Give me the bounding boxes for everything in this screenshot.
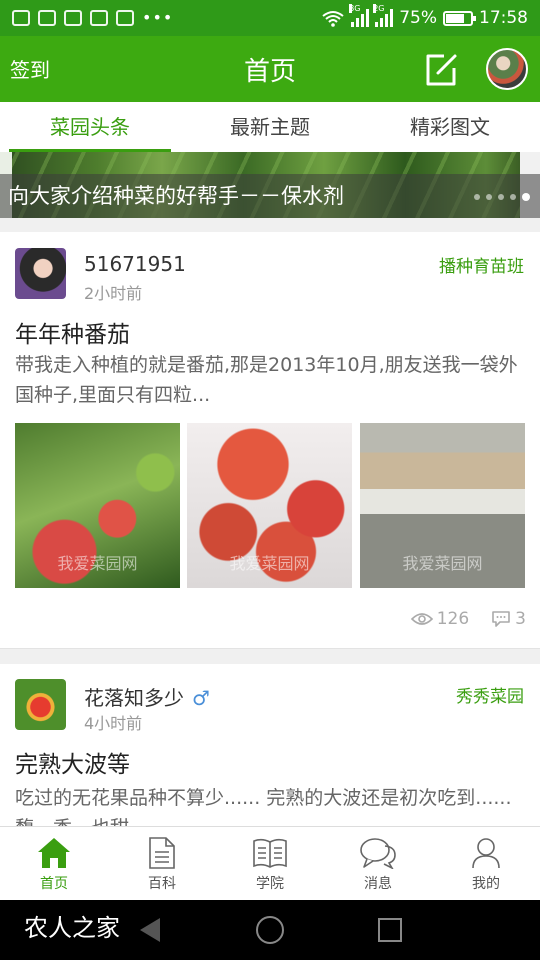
video-notification-icon [90,10,108,26]
nav-label: 我的 [472,876,500,892]
post-excerpt[interactable]: 带我走入种植的就是番茄,那是2013年10月,朋友送我一袋外国种子,里面只有四粒… [15,350,520,410]
comment-icon [492,611,510,627]
post-image-3[interactable]: 我爱菜园网 [360,423,525,588]
post-card[interactable]: 51671951 2小时前 播种育苗班 年年种番茄 带我走入种植的就是番茄,那是… [0,232,540,648]
post-image-1[interactable]: 我爱菜园网 [15,423,180,588]
nav-academy[interactable]: 学院 [216,827,324,900]
banner-carousel[interactable]: 向大家介绍种菜的好帮手－－保水剂 [0,152,540,218]
back-icon[interactable] [140,918,160,942]
user-icon [472,838,500,869]
home-button-icon[interactable] [256,916,284,944]
carousel-dot [474,194,480,200]
battery-icon [443,10,476,26]
nav-profile[interactable]: 我的 [432,827,540,900]
chat-icon [360,838,396,869]
cell-signal-icon-1: 3G [349,4,370,27]
tab-bar: 菜园头条 最新主题 精彩图文 [0,102,540,152]
male-gender-icon: ♂ [192,686,210,710]
book-icon [253,838,287,868]
compose-icon[interactable] [424,53,458,87]
more-notifications-icon: ••• [142,8,174,27]
tab-headlines[interactable]: 菜园头条 [0,102,180,152]
recent-apps-icon[interactable] [378,918,402,942]
author-avatar[interactable] [15,248,66,299]
watermark-logo: 农人之家 [24,914,120,942]
views-stat: 126 [410,609,470,629]
carousel-dot [510,194,516,200]
nav-messages[interactable]: 消息 [324,827,432,900]
post-excerpt[interactable]: 吃过的无花果品种不算少...... 完熟的大波还是初次吃到......馥、香、也… [15,783,520,826]
feed-divider [0,648,540,664]
nav-label: 首页 [40,876,68,892]
battery-percent: 75% [399,8,437,28]
nav-label: 学院 [256,876,284,892]
board-tag[interactable]: 播种育苗班 [439,252,524,277]
status-bar: ••• 3G 2G 75% 17:58 [0,0,540,36]
feed-divider [0,218,540,232]
author-name[interactable]: 花落知多少 ♂ [84,682,210,711]
post-title[interactable]: 年年种番茄 [15,315,130,349]
tab-featured-posts[interactable]: 精彩图文 [360,102,540,152]
post-stats: 126 3 [410,609,526,629]
carousel-indicator [474,193,530,201]
network-type-label-1: 3G [349,4,361,13]
cell-signal-icon-2: 2G [373,4,394,27]
nav-home[interactable]: 首页 [0,827,108,900]
bottom-navigation: 首页 百科 学院 消息 我的 [0,826,540,900]
wifi-signal-icon [322,11,344,27]
image-watermark: 我爱菜园网 [402,554,483,573]
app-notification-icon [64,10,82,26]
clock: 17:58 [479,8,528,28]
post-image-2[interactable]: 我爱菜园网 [187,423,352,588]
post-time: 2小时前 [84,284,143,303]
banner-title[interactable]: 向大家介绍种菜的好帮手－－保水剂 [8,180,344,210]
nav-label: 消息 [364,876,392,892]
author-name-text[interactable]: 花落知多少 [84,686,184,710]
comments-count: 3 [515,609,526,629]
document-icon [149,837,175,869]
carousel-dot [486,194,492,200]
author-avatar[interactable] [15,679,66,730]
system-navigation-bar: 农人之家 [0,900,540,960]
message-notification-icon [116,10,134,26]
views-count: 126 [436,609,470,629]
image-watermark: 我爱菜园网 [57,554,138,573]
post-title[interactable]: 完熟大波等 [15,745,130,779]
wifi-notification-icon [12,10,30,26]
board-tag[interactable]: 秀秀菜园 [456,682,524,707]
post-time: 4小时前 [84,714,143,733]
tab-latest-topics[interactable]: 最新主题 [180,102,360,152]
post-card[interactable]: 花落知多少 ♂ 4小时前 秀秀菜园 完熟大波等 吃过的无花果品种不算少......… [0,664,540,826]
app-header: 签到 首页 [0,36,540,102]
notification-icons: ••• [12,10,173,26]
author-name[interactable]: 51671951 [84,252,186,276]
image-watermark: 我爱菜园网 [229,554,310,573]
nav-encyclopedia[interactable]: 百科 [108,827,216,900]
nav-label: 百科 [148,876,176,892]
image-notification-icon [38,10,56,26]
page-title: 首页 [243,57,296,87]
carousel-dot [498,194,504,200]
image-row: 我爱菜园网 我爱菜园网 我爱菜园网 [0,423,540,588]
home-icon [38,838,70,868]
carousel-dot-active [522,193,530,201]
eye-icon [410,613,433,625]
comments-stat[interactable]: 3 [491,609,526,629]
network-type-label-2: 2G [373,4,385,13]
user-avatar[interactable] [486,48,528,90]
